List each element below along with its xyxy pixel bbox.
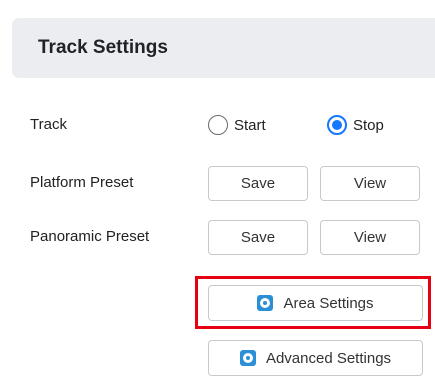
panel-title: Track Settings [38,37,168,58]
gear-icon [239,350,256,366]
platform-preset-view-button[interactable]: View [320,166,420,201]
track-stop-option[interactable]: Stop [327,115,384,135]
panoramic-preset-save-button[interactable]: Save [208,220,308,255]
platform-preset-label: Platform Preset [30,174,134,191]
track-start-radio[interactable] [208,115,228,135]
platform-preset-save-button[interactable]: Save [208,166,308,201]
area-settings-label: Area Settings [283,294,374,312]
advanced-settings-button[interactable]: Advanced Settings [208,340,423,376]
track-label: Track [30,116,67,133]
area-settings-button[interactable]: Area Settings [208,285,423,321]
track-stop-radio[interactable] [327,115,347,135]
track-start-option[interactable]: Start [208,115,266,135]
panoramic-preset-view-button[interactable]: View [320,220,420,255]
panel-header: Track Settings [12,18,435,78]
panoramic-preset-label: Panoramic Preset [30,228,150,245]
track-start-label[interactable]: Start [234,117,266,134]
track-stop-label[interactable]: Stop [353,117,384,134]
gear-icon [257,295,274,311]
advanced-settings-label: Advanced Settings [265,349,392,367]
